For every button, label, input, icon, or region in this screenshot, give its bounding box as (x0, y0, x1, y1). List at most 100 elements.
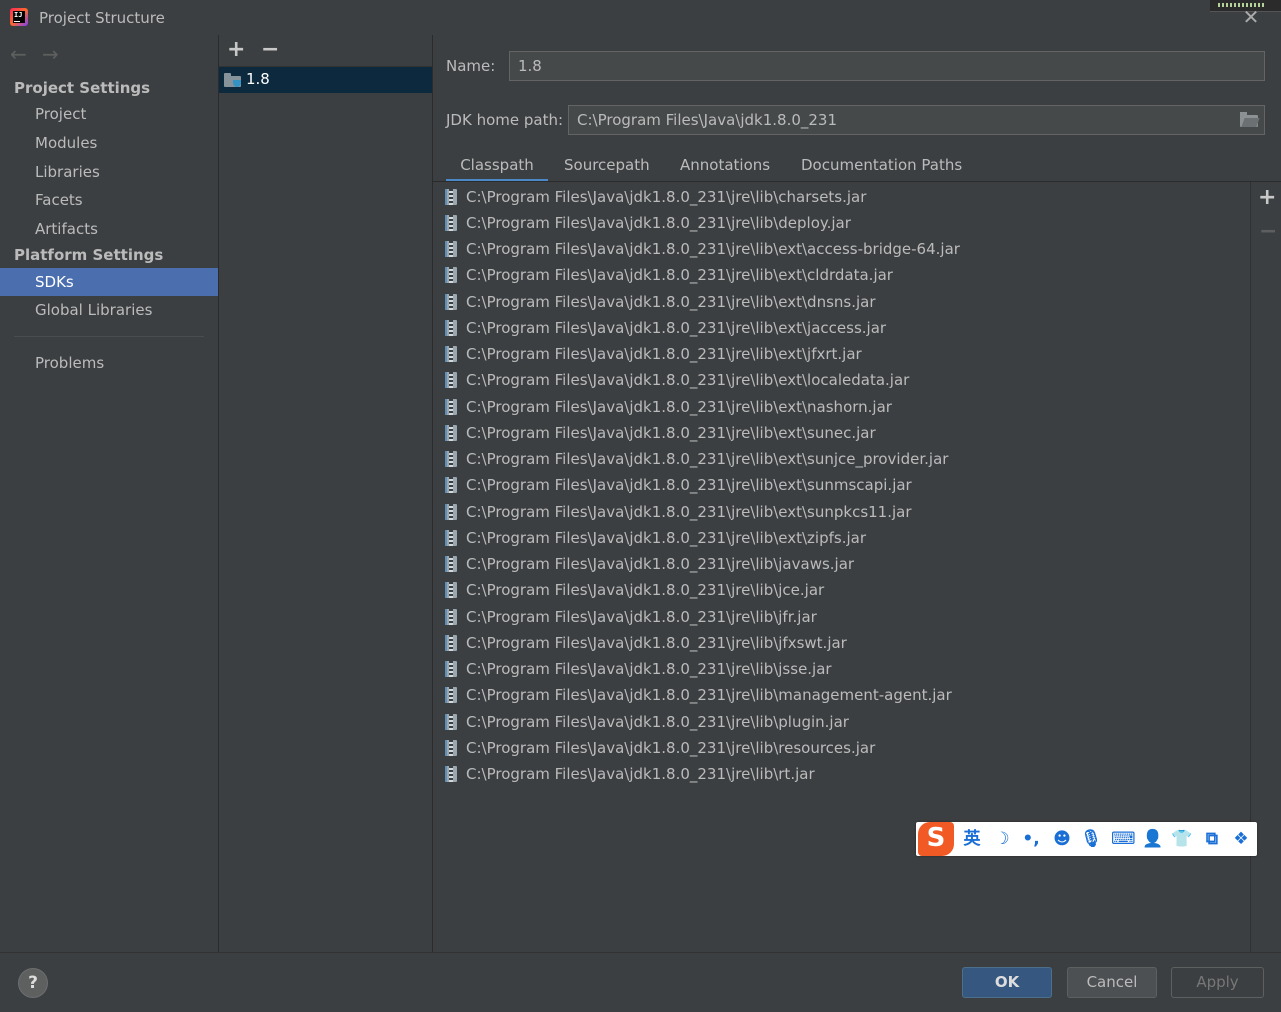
punctuation-icon[interactable]: •, (1020, 828, 1042, 850)
classpath-row[interactable]: C:\Program Files\Java\jdk1.8.0_231\jre\l… (443, 315, 1250, 341)
close-icon[interactable]: ✕ (1240, 6, 1262, 28)
tab-classpath[interactable]: Classpath (446, 152, 548, 182)
classpath-row[interactable]: C:\Program Files\Java\jdk1.8.0_231\jre\l… (443, 420, 1250, 446)
jar-icon (445, 215, 457, 231)
emoji-icon[interactable]: ☻ (1051, 828, 1073, 850)
jar-icon (445, 609, 457, 625)
jar-icon (445, 346, 457, 362)
sdk-list-panel: + − 1.8 (219, 35, 432, 952)
classpath-row[interactable]: C:\Program Files\Java\jdk1.8.0_231\jre\l… (443, 262, 1250, 288)
classpath-entry: C:\Program Files\Java\jdk1.8.0_231\jre\l… (466, 345, 862, 363)
classpath-entry: C:\Program Files\Java\jdk1.8.0_231\jre\l… (466, 686, 952, 704)
jar-icon (445, 267, 457, 283)
classpath-entry: C:\Program Files\Java\jdk1.8.0_231\jre\l… (466, 608, 817, 626)
classpath-row[interactable]: C:\Program Files\Java\jdk1.8.0_231\jre\l… (443, 709, 1250, 735)
user-icon[interactable]: 👤 (1142, 828, 1164, 850)
classpath-row[interactable]: C:\Program Files\Java\jdk1.8.0_231\jre\l… (443, 367, 1250, 393)
classpath-entry: C:\Program Files\Java\jdk1.8.0_231\jre\l… (466, 660, 832, 678)
back-arrow-icon[interactable]: ← (10, 42, 27, 66)
classpath-entry: C:\Program Files\Java\jdk1.8.0_231\jre\l… (466, 765, 815, 783)
classpath-row[interactable]: C:\Program Files\Java\jdk1.8.0_231\jre\l… (443, 184, 1250, 210)
classpath-row[interactable]: C:\Program Files\Java\jdk1.8.0_231\jre\l… (443, 472, 1250, 498)
sidebar-item-artifacts[interactable]: Artifacts (0, 215, 218, 243)
classpath-row[interactable]: C:\Program Files\Java\jdk1.8.0_231\jre\l… (443, 577, 1250, 603)
apps-grid-icon[interactable]: ❖ (1230, 828, 1252, 850)
ime-toolbar[interactable]: S 英 ☽ •, ☻ 🎙 ⌨ 👤 👕 ⧉ ❖ (916, 822, 1257, 856)
classpath-row[interactable]: C:\Program Files\Java\jdk1.8.0_231\jre\l… (443, 604, 1250, 630)
sidebar-item-sdks[interactable]: SDKs (0, 268, 218, 296)
jar-icon (445, 241, 457, 257)
classpath-row[interactable]: C:\Program Files\Java\jdk1.8.0_231\jre\l… (443, 446, 1250, 472)
remove-sdk-icon[interactable]: − (261, 39, 279, 61)
classpath-entry: C:\Program Files\Java\jdk1.8.0_231\jre\l… (466, 739, 876, 757)
classpath-row[interactable]: C:\Program Files\Java\jdk1.8.0_231\jre\l… (443, 630, 1250, 656)
jar-icon (445, 399, 457, 415)
add-classpath-icon[interactable]: + (1258, 185, 1276, 210)
classpath-row[interactable]: C:\Program Files\Java\jdk1.8.0_231\jre\l… (443, 761, 1250, 787)
browse-folder-icon[interactable] (1240, 112, 1260, 127)
remove-classpath-icon[interactable]: − (1259, 219, 1277, 244)
classpath-row[interactable]: C:\Program Files\Java\jdk1.8.0_231\jre\l… (443, 551, 1250, 577)
classpath-row[interactable]: C:\Program Files\Java\jdk1.8.0_231\jre\l… (443, 341, 1250, 367)
sdk-detail-panel: Name: 1.8 JDK home path: C:\Program File… (433, 35, 1281, 952)
cancel-button[interactable]: Cancel (1067, 967, 1157, 998)
name-label: Name: (446, 57, 496, 75)
classpath-row[interactable]: C:\Program Files\Java\jdk1.8.0_231\jre\l… (443, 656, 1250, 682)
jar-icon (445, 504, 457, 520)
classpath-entry: C:\Program Files\Java\jdk1.8.0_231\jre\l… (466, 713, 849, 731)
help-icon[interactable]: ? (18, 968, 48, 998)
jar-icon (445, 372, 457, 388)
classpath-entry: C:\Program Files\Java\jdk1.8.0_231\jre\l… (466, 371, 910, 389)
classpath-row[interactable]: C:\Program Files\Java\jdk1.8.0_231\jre\l… (443, 394, 1250, 420)
jdk-home-field[interactable]: C:\Program Files\Java\jdk1.8.0_231 (568, 105, 1265, 135)
jar-icon (445, 687, 457, 703)
jdk-home-label: JDK home path: (446, 111, 564, 129)
sogou-logo-icon[interactable]: S (918, 822, 954, 856)
classpath-row[interactable]: C:\Program Files\Java\jdk1.8.0_231\jre\l… (443, 735, 1250, 761)
classpath-entry: C:\Program Files\Java\jdk1.8.0_231\jre\l… (466, 529, 866, 547)
classpath-row[interactable]: C:\Program Files\Java\jdk1.8.0_231\jre\l… (443, 289, 1250, 315)
classpath-row[interactable]: C:\Program Files\Java\jdk1.8.0_231\jre\l… (443, 210, 1250, 236)
jar-icon (445, 294, 457, 310)
tab-annotations[interactable]: Annotations (680, 152, 770, 182)
microphone-icon[interactable]: 🎙 (1080, 828, 1102, 850)
jar-icon (445, 477, 457, 493)
moon-icon[interactable]: ☽ (991, 828, 1013, 850)
sidebar-item-facets[interactable]: Facets (0, 186, 218, 214)
name-field[interactable]: 1.8 (509, 51, 1265, 81)
sdk-list: 1.8 (219, 66, 432, 952)
sidebar-item-global-libraries[interactable]: Global Libraries (0, 296, 218, 324)
classpath-row[interactable]: C:\Program Files\Java\jdk1.8.0_231\jre\l… (443, 525, 1250, 551)
classpath-row[interactable]: C:\Program Files\Java\jdk1.8.0_231\jre\l… (443, 236, 1250, 262)
sidebar-item-problems[interactable]: Problems (0, 349, 218, 377)
sdk-item-label: 1.8 (246, 70, 270, 88)
classpath-entry: C:\Program Files\Java\jdk1.8.0_231\jre\l… (466, 634, 847, 652)
classpath-row[interactable]: C:\Program Files\Java\jdk1.8.0_231\jre\l… (443, 682, 1250, 708)
settings-sidebar: ← → Project Settings Project Modules Lib… (0, 35, 218, 952)
tab-documentation-paths[interactable]: Documentation Paths (801, 152, 962, 182)
apply-button[interactable]: Apply (1171, 967, 1264, 998)
keyboard-icon[interactable]: ⌨ (1111, 828, 1136, 850)
classpath-entry: C:\Program Files\Java\jdk1.8.0_231\jre\l… (466, 581, 825, 599)
jar-icon (445, 320, 457, 336)
skin-shirt-icon[interactable]: 👕 (1171, 828, 1193, 850)
sidebar-item-project[interactable]: Project (0, 100, 218, 128)
toolbox-icon[interactable]: ⧉ (1201, 828, 1223, 850)
classpath-row[interactable]: C:\Program Files\Java\jdk1.8.0_231\jre\l… (443, 499, 1250, 525)
window-title: Project Structure (39, 9, 165, 27)
classpath-entry: C:\Program Files\Java\jdk1.8.0_231\jre\l… (466, 424, 876, 442)
sidebar-item-libraries[interactable]: Libraries (0, 158, 218, 186)
sdk-list-item[interactable]: 1.8 (219, 67, 432, 93)
add-sdk-icon[interactable]: + (227, 39, 245, 61)
ok-button[interactable]: OK (962, 967, 1052, 998)
classpath-entry: C:\Program Files\Java\jdk1.8.0_231\jre\l… (466, 293, 876, 311)
lang-english-icon[interactable]: 英 (961, 828, 983, 850)
jar-icon (445, 661, 457, 677)
tab-sourcepath[interactable]: Sourcepath (564, 152, 650, 182)
sidebar-item-modules[interactable]: Modules (0, 129, 218, 157)
jar-icon (445, 189, 457, 205)
jar-icon (445, 635, 457, 651)
jar-icon (445, 582, 457, 598)
forward-arrow-icon[interactable]: → (42, 42, 59, 66)
classpath-entry: C:\Program Files\Java\jdk1.8.0_231\jre\l… (466, 319, 887, 337)
